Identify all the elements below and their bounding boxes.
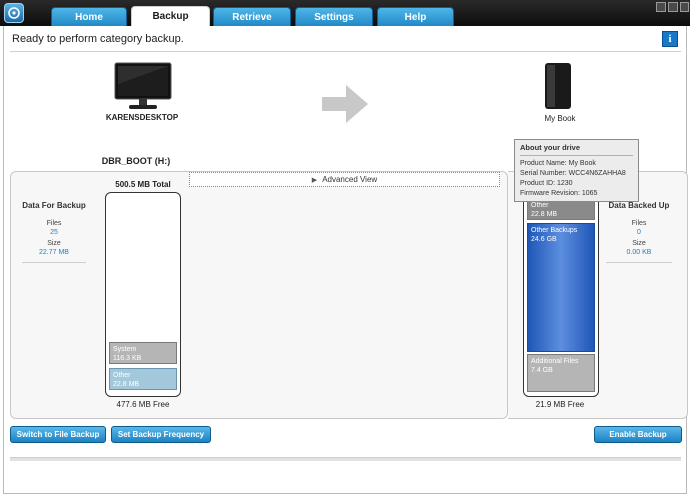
segment-label: Other xyxy=(113,372,131,379)
tab-help[interactable]: Help xyxy=(377,7,454,27)
segment-label: Other xyxy=(531,202,549,209)
progress-bar xyxy=(10,457,681,461)
external-drive-icon xyxy=(542,62,574,113)
source-total: 500.5 MB Total xyxy=(115,180,171,189)
title-bar: Home Backup Retrieve Settings Help xyxy=(0,0,690,27)
arrow-right-icon xyxy=(322,85,368,126)
stats-title: Data Backed Up xyxy=(608,201,670,210)
source-capacity-column: System 116.3 KB Other 22.8 MB xyxy=(105,192,181,397)
segment-label: Other Backups xyxy=(531,227,578,234)
stats-divider xyxy=(22,262,86,263)
size-label: Size xyxy=(47,240,61,247)
enable-backup-button[interactable]: Enable Backup xyxy=(594,426,682,443)
drive-name: My Book xyxy=(544,114,576,123)
computer-name: KARENSDESKTOP xyxy=(105,113,179,122)
computer-icon xyxy=(114,62,172,115)
set-backup-frequency-button[interactable]: Set Backup Frequency xyxy=(111,426,211,443)
maximize-icon[interactable] xyxy=(668,2,678,12)
segment-value: 24.6 GB xyxy=(531,236,557,243)
advanced-view-label: Advanced View xyxy=(322,175,378,184)
segment-label: Additional Files xyxy=(531,358,579,365)
close-icon[interactable] xyxy=(680,2,689,12)
tab-backup[interactable]: Backup xyxy=(131,6,210,27)
size-value: 0.00 KB xyxy=(626,249,652,256)
drive-free: 21.9 MB Free xyxy=(535,400,585,409)
switch-to-file-backup-button[interactable]: Switch to File Backup xyxy=(10,426,106,443)
segment-value: 22.8 MB xyxy=(531,211,558,218)
tab-home[interactable]: Home xyxy=(51,7,127,27)
size-label: Size xyxy=(632,240,646,247)
segment-other-backups[interactable]: Other Backups 24.6 GB xyxy=(527,223,595,352)
tooltip-title: About your drive xyxy=(520,143,633,156)
divider xyxy=(10,51,681,52)
stats-divider xyxy=(606,262,672,263)
data-backed-up-stats: Data Backed Up Files 0 Size 0.00 KB xyxy=(606,201,672,263)
data-for-backup-stats: Data For Backup Files 25 Size 22.77 MB xyxy=(22,201,86,263)
drive-capacity-column: Other 22.8 MB Other Backups 24.6 GB Addi… xyxy=(523,192,599,397)
files-value: 25 xyxy=(50,229,58,236)
segment-other[interactable]: Other 22.8 MB xyxy=(109,368,177,390)
source-free: 477.6 MB Free xyxy=(116,400,170,409)
files-label: Files xyxy=(46,220,62,227)
segment-system[interactable]: System 116.3 KB xyxy=(109,342,177,364)
segment-additional-files[interactable]: Additional Files 7.4 GB xyxy=(527,354,595,392)
status-text: Ready to perform category backup. xyxy=(12,33,184,45)
stats-title: Data For Backup xyxy=(22,201,86,210)
app-logo-icon[interactable] xyxy=(4,3,24,23)
size-value: 22.77 MB xyxy=(39,249,69,256)
files-label: Files xyxy=(631,220,647,227)
firmware-revision: Firmware Revision: 1065 xyxy=(520,190,598,197)
product-name: Product Name: My Book xyxy=(520,160,596,167)
segment-label: System xyxy=(113,346,137,353)
info-icon[interactable]: i xyxy=(662,31,678,47)
tab-retrieve[interactable]: Retrieve xyxy=(213,7,291,27)
segment-value: 22.8 MB xyxy=(113,381,140,388)
expand-triangle-icon: ▶ xyxy=(311,177,318,184)
tab-settings[interactable]: Settings xyxy=(295,7,373,27)
advanced-view-toggle[interactable]: ▶ Advanced View xyxy=(189,172,500,187)
minimize-icon[interactable] xyxy=(656,2,666,12)
files-value: 0 xyxy=(637,229,641,236)
segment-value: 116.3 KB xyxy=(113,355,142,362)
segment-value: 7.4 GB xyxy=(531,367,553,374)
drive-info-tooltip: About your drive Product Name: My Book S… xyxy=(514,139,639,202)
volume-name: DBR_BOOT (H:) xyxy=(101,156,171,166)
product-id: Product ID: 1230 xyxy=(520,180,573,187)
serial-number: Serial Number: WCC4N6ZAHHA8 xyxy=(520,170,626,177)
